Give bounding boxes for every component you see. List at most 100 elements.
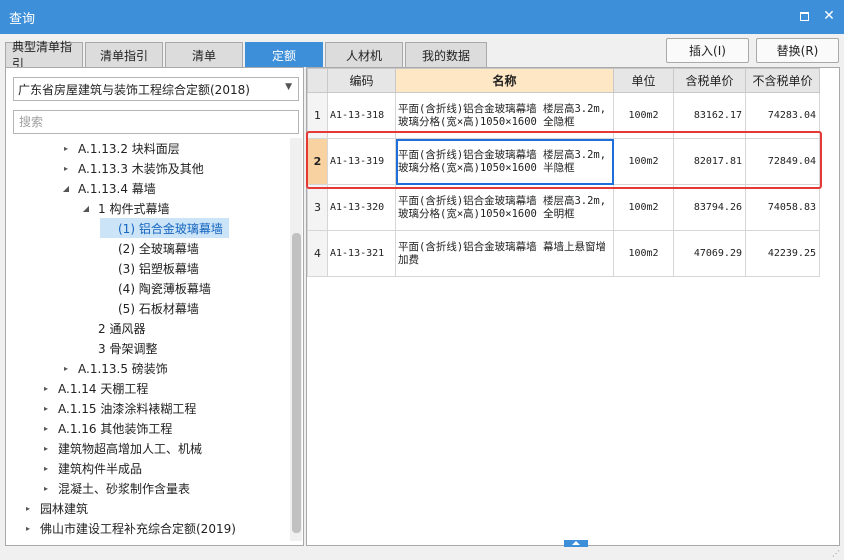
- row-index[interactable]: 1: [307, 92, 328, 139]
- cell-tax-price[interactable]: 47069.29: [673, 230, 746, 277]
- col-header-tax-price[interactable]: 含税单价: [673, 68, 746, 93]
- table-row[interactable]: 1 A1-13-318 平面(含折线)铝合金玻璃幕墙 楼层高3.2m,玻璃分格(宽×…: [307, 92, 820, 139]
- cell-name[interactable]: 平面(含折线)铝合金玻璃幕墙 楼层高3.2m,玻璃分格(宽×高)1050×160…: [395, 184, 614, 231]
- tree-node[interactable]: 2 通风器: [80, 318, 145, 338]
- cell-unit[interactable]: 100m2: [613, 92, 674, 139]
- tree-node[interactable]: (3) 铝塑板幕墙: [100, 258, 199, 278]
- insert-button[interactable]: 插入(I): [666, 38, 749, 63]
- cell-tax-price[interactable]: 83794.26: [673, 184, 746, 231]
- tree-node[interactable]: (1) 铝合金玻璃幕墙: [100, 218, 229, 238]
- tree-node[interactable]: ▸ 混凝土、砂浆制作含量表: [40, 478, 190, 498]
- library-select-value: 广东省房屋建筑与装饰工程综合定额(2018): [18, 82, 250, 97]
- row-index[interactable]: 3: [307, 184, 328, 231]
- tree-node[interactable]: ▸ A.1.13.3 木装饰及其他: [60, 158, 204, 178]
- cell-tax-price[interactable]: 82017.81: [673, 138, 746, 185]
- tab-materials[interactable]: 人材机: [325, 42, 403, 67]
- tree-node-label: (1) 铝合金玻璃幕墙: [118, 221, 223, 236]
- tree-node[interactable]: (4) 陶瓷薄板幕墙: [100, 278, 211, 298]
- table-row[interactable]: 2 A1-13-319 平面(含折线)铝合金玻璃幕墙 楼层高3.2m,玻璃分格(宽×…: [307, 138, 820, 185]
- tab-typical-guide[interactable]: 典型清单指引: [5, 40, 83, 71]
- tree-node-label: (3) 铝塑板幕墙: [118, 261, 199, 276]
- cell-notax-price[interactable]: 72849.04: [745, 138, 820, 185]
- tree-node-label: 建筑构件半成品: [58, 461, 143, 476]
- tree-scrollbar[interactable]: [290, 138, 302, 541]
- quota-tree: ▸ A.1.13.2 块料面层 ▸ A.1.13.3 木装饰及其他 ◢ A.1.13.4 …: [6, 138, 286, 541]
- cell-code[interactable]: A1-13-321: [327, 230, 396, 277]
- tab-bar: 典型清单指引 清单指引 清单 定额 人材机 我的数据: [5, 40, 489, 71]
- scrollbar-thumb[interactable]: [292, 233, 301, 533]
- cell-notax-price[interactable]: 74058.83: [745, 184, 820, 231]
- cell-notax-price[interactable]: 74283.04: [745, 92, 820, 139]
- tree-node[interactable]: ▸ A.1.15 油漆涂料裱糊工程: [40, 398, 196, 418]
- tree-node[interactable]: ▸ 佛山市建设工程补充综合定额(2019): [22, 518, 236, 538]
- expand-arrow-icon[interactable]: ▸: [40, 444, 52, 453]
- expand-arrow-icon[interactable]: ▸: [60, 364, 72, 373]
- tab-list-guide[interactable]: 清单指引: [85, 42, 163, 67]
- window-title: 查询: [9, 11, 36, 27]
- tree-node[interactable]: ▸ 建筑物超高增加人工、机械: [40, 438, 202, 458]
- tree-node-label: 2 通风器: [98, 321, 146, 336]
- chevron-down-icon[interactable]: ▼: [285, 82, 292, 92]
- tree-node[interactable]: ▸ A.1.16 其他装饰工程: [40, 418, 172, 438]
- tree-node[interactable]: ◢ 1 构件式幕墙: [80, 198, 170, 218]
- cell-unit[interactable]: 100m2: [613, 184, 674, 231]
- replace-button[interactable]: 替换(R): [756, 38, 839, 63]
- expand-arrow-icon[interactable]: ▸: [40, 404, 52, 413]
- quota-table: 编码 名称 单位 含税单价 不含税单价 1 A1-13-318 平面(含折线)铝合金…: [307, 68, 820, 277]
- tree-node-label: 建筑物超高增加人工、机械: [58, 441, 203, 456]
- collapse-arrow-icon[interactable]: ◢: [80, 204, 92, 213]
- tree-node[interactable]: ▸ 园林建筑: [22, 498, 88, 518]
- table-row[interactable]: 4 A1-13-321 平面(含折线)铝合金玻璃幕墙 幕墙上悬窗增加费 100m2 47…: [307, 230, 820, 277]
- library-select[interactable]: 广东省房屋建筑与装饰工程综合定额(2018) ▼: [13, 77, 299, 101]
- resize-grip-icon[interactable]: ⋰: [832, 549, 841, 558]
- tab-my-data[interactable]: 我的数据: [405, 42, 487, 67]
- expand-arrow-icon[interactable]: ▸: [60, 144, 72, 153]
- tree-node-label: 3 骨架调整: [98, 341, 158, 356]
- table-row[interactable]: 3 A1-13-320 平面(含折线)铝合金玻璃幕墙 楼层高3.2m,玻璃分格(宽×…: [307, 184, 820, 231]
- expand-arrow-icon[interactable]: ▸: [40, 464, 52, 473]
- tree-node-label: 佛山市建设工程补充综合定额(2019): [40, 521, 236, 536]
- tree-node[interactable]: ▸ 建筑构件半成品: [40, 458, 142, 478]
- expand-arrow-icon[interactable]: ▸: [22, 504, 34, 513]
- tree-node-label: A.1.13.5 磅装饰: [78, 361, 168, 376]
- tree-node-label: 园林建筑: [40, 501, 89, 516]
- splitter-handle[interactable]: [564, 540, 588, 547]
- tab-quota[interactable]: 定额: [245, 42, 323, 67]
- expand-arrow-icon[interactable]: ▸: [40, 384, 52, 393]
- cell-tax-price[interactable]: 83162.17: [673, 92, 746, 139]
- maximize-icon[interactable]: [797, 9, 811, 23]
- tree-node[interactable]: (2) 全玻璃幕墙: [100, 238, 199, 258]
- col-header-unit[interactable]: 单位: [613, 68, 674, 93]
- tree-node-label: (5) 石板材幕墙: [118, 301, 199, 316]
- cell-unit[interactable]: 100m2: [613, 230, 674, 277]
- cell-code[interactable]: A1-13-319: [327, 138, 396, 185]
- tree-node[interactable]: ▸ A.1.14 天棚工程: [40, 378, 148, 398]
- tree-node-label: A.1.13.4 幕墙: [78, 181, 156, 196]
- tree-node[interactable]: ▸ A.1.13.5 磅装饰: [60, 358, 168, 378]
- col-header-notax-price[interactable]: 不含税单价: [745, 68, 820, 93]
- search-input[interactable]: [13, 110, 299, 134]
- expand-arrow-icon[interactable]: ▸: [40, 484, 52, 493]
- row-index[interactable]: 2: [307, 138, 328, 185]
- col-header-name[interactable]: 名称: [395, 68, 614, 93]
- tree-node[interactable]: 3 骨架调整: [80, 338, 157, 358]
- col-header-code[interactable]: 编码: [327, 68, 396, 93]
- cell-name[interactable]: 平面(含折线)铝合金玻璃幕墙 楼层高3.2m,玻璃分格(宽×高)1050×160…: [395, 138, 614, 185]
- row-index[interactable]: 4: [307, 230, 328, 277]
- cell-notax-price[interactable]: 42239.25: [745, 230, 820, 277]
- close-icon[interactable]: ✕: [822, 8, 836, 24]
- tree-node[interactable]: ◢ A.1.13.4 幕墙: [60, 178, 156, 198]
- cell-code[interactable]: A1-13-320: [327, 184, 396, 231]
- tree-node[interactable]: ▸ A.1.13.2 块料面层: [60, 138, 180, 158]
- cell-code[interactable]: A1-13-318: [327, 92, 396, 139]
- tree-node[interactable]: (5) 石板材幕墙: [100, 298, 199, 318]
- cell-name[interactable]: 平面(含折线)铝合金玻璃幕墙 幕墙上悬窗增加费: [395, 230, 614, 277]
- cell-unit[interactable]: 100m2: [613, 138, 674, 185]
- table-header-row: 编码 名称 单位 含税单价 不含税单价: [307, 68, 820, 93]
- expand-arrow-icon[interactable]: ▸: [22, 524, 34, 533]
- expand-arrow-icon[interactable]: ▸: [40, 424, 52, 433]
- collapse-arrow-icon[interactable]: ◢: [60, 184, 72, 193]
- expand-arrow-icon[interactable]: ▸: [60, 164, 72, 173]
- cell-name[interactable]: 平面(含折线)铝合金玻璃幕墙 楼层高3.2m,玻璃分格(宽×高)1050×160…: [395, 92, 614, 139]
- tab-list[interactable]: 清单: [165, 42, 243, 67]
